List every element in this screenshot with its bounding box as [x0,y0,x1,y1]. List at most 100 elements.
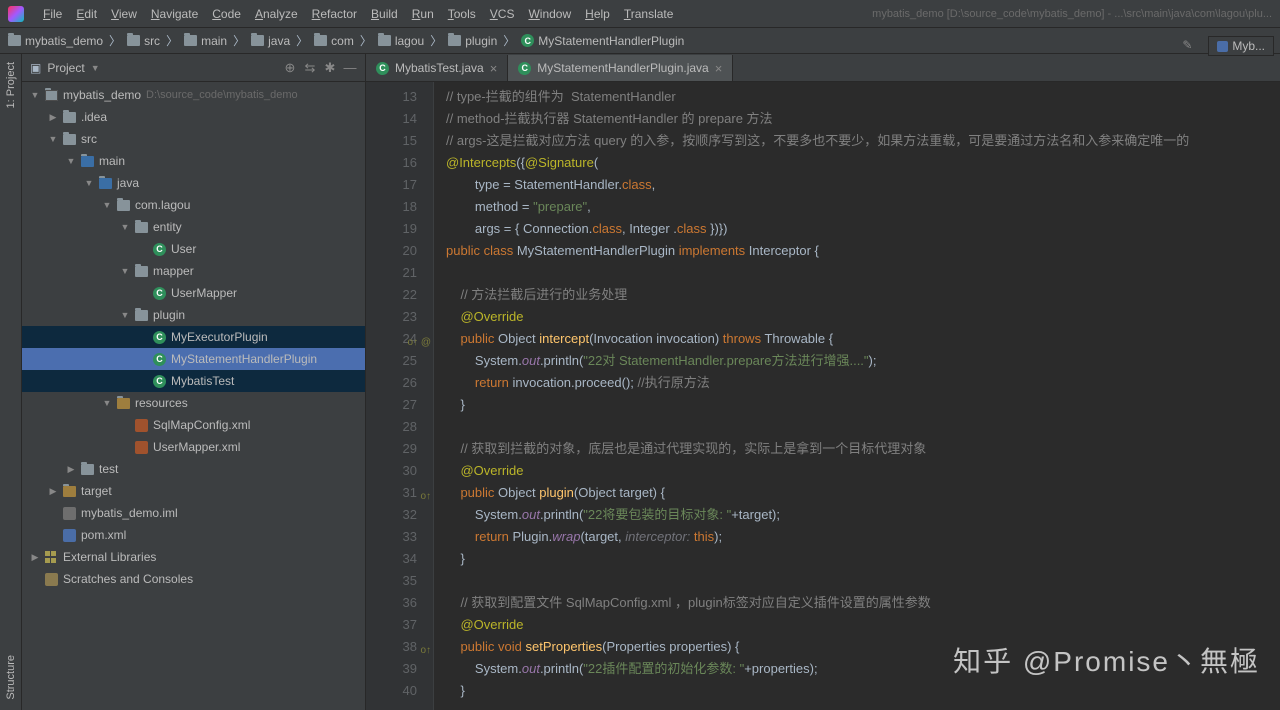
gear-icon[interactable]: ✱ [323,61,337,75]
tree-twisty-icon[interactable]: ▼ [84,178,94,188]
code-line[interactable]: method = "prepare", [446,196,1280,218]
code-line[interactable]: // 获取到配置文件 SqlMapConfig.xml ，plugin标签对应自… [446,592,1280,614]
line-number[interactable]: 18 [366,196,417,218]
menu-window[interactable]: Window [521,3,578,25]
crumb-mystatementhandlerplugin[interactable]: CMyStatementHandlerPlugin [521,34,684,48]
tree-item-myexecutorplugin[interactable]: CMyExecutorPlugin [22,326,365,348]
close-icon[interactable]: × [715,61,723,76]
line-number[interactable]: 38o↑ [366,636,417,658]
tree-item-mapper[interactable]: ▼mapper [22,260,365,282]
menu-help[interactable]: Help [578,3,617,25]
code-line[interactable]: // args-这是拦截对应方法 query 的入参，按顺序写到这，不要多也不要… [446,130,1280,152]
tree-twisty-icon[interactable]: ▼ [102,398,112,408]
code-line[interactable]: // 获取到拦截的对象，底层也是通过代理实现的，实际上是拿到一个目标代理对象 [446,438,1280,460]
code-line[interactable] [446,262,1280,284]
code-line[interactable]: } [446,548,1280,570]
tree-item-mybatis_demo-iml[interactable]: mybatis_demo.iml [22,502,365,524]
tree-twisty-icon[interactable]: ▶ [48,112,58,123]
line-number[interactable]: 25 [366,350,417,372]
line-number[interactable]: 37 [366,614,417,636]
code-area[interactable]: 131415161718192021222324o↑ @252627282930… [366,82,1280,710]
tree-item-scratches-and-consoles[interactable]: Scratches and Consoles [22,568,365,590]
code-content[interactable]: // type-拦截的组件为 StatementHandler// method… [434,82,1280,710]
line-number[interactable]: 23 [366,306,417,328]
crumb-src[interactable]: src [127,34,160,48]
tree-item-mystatementhandlerplugin[interactable]: CMyStatementHandlerPlugin [22,348,365,370]
code-line[interactable]: return Plugin.wrap(target, interceptor: … [446,526,1280,548]
code-line[interactable]: System.out.println("22插件配置的初始化参数: "+prop… [446,658,1280,680]
code-line[interactable]: System.out.println("22对 StatementHandler… [446,350,1280,372]
line-number[interactable]: 40 [366,680,417,702]
tool-tab-structure[interactable]: Structure [5,655,17,700]
tree-twisty-icon[interactable]: ▼ [120,222,130,232]
highlight-icon[interactable]: ✎ [1182,38,1198,54]
menu-file[interactable]: File [36,3,69,25]
code-line[interactable]: public void setProperties(Properties pro… [446,636,1280,658]
menu-run[interactable]: Run [405,3,441,25]
menu-vcs[interactable]: VCS [483,3,522,25]
line-number[interactable]: 26 [366,372,417,394]
code-line[interactable]: public Object intercept(Invocation invoc… [446,328,1280,350]
crumb-plugin[interactable]: plugin [448,34,497,48]
collapse-icon[interactable]: ⇆ [303,61,317,75]
code-line[interactable]: } [446,680,1280,702]
line-number[interactable]: 36 [366,592,417,614]
line-number[interactable]: 33 [366,526,417,548]
tree-twisty-icon[interactable]: ▼ [120,266,130,276]
crumb-main[interactable]: main [184,34,227,48]
line-number[interactable]: 22 [366,284,417,306]
tree-item-com-lagou[interactable]: ▼com.lagou [22,194,365,216]
menu-analyze[interactable]: Analyze [248,3,305,25]
tree-item-sqlmapconfig-xml[interactable]: SqlMapConfig.xml [22,414,365,436]
tree-twisty-icon[interactable]: ▶ [66,464,76,475]
menu-view[interactable]: View [104,3,144,25]
tree-item-user[interactable]: CUser [22,238,365,260]
close-icon[interactable]: × [490,61,498,76]
tree-item-usermapper[interactable]: CUserMapper [22,282,365,304]
line-number[interactable]: 28 [366,416,417,438]
code-line[interactable]: args = { Connection.class, Integer .clas… [446,218,1280,240]
code-line[interactable]: public class MyStatementHandlerPlugin im… [446,240,1280,262]
chevron-down-icon[interactable]: ▼ [91,63,100,73]
line-number[interactable]: 21 [366,262,417,284]
line-number[interactable]: 16 [366,152,417,174]
code-line[interactable]: // type-拦截的组件为 StatementHandler [446,86,1280,108]
tree-twisty-icon[interactable]: ▶ [48,486,58,497]
code-line[interactable]: type = StatementHandler.class, [446,174,1280,196]
tree-item-target[interactable]: ▶target [22,480,365,502]
code-line[interactable] [446,570,1280,592]
line-number[interactable]: 14 [366,108,417,130]
tree-item-mybatistest[interactable]: CMybatisTest [22,370,365,392]
project-tree[interactable]: ▼mybatis_demo D:\source_code\mybatis_dem… [22,82,365,710]
tree-twisty-icon[interactable]: ▼ [102,200,112,210]
code-line[interactable]: return invocation.proceed(); //执行原方法 [446,372,1280,394]
code-line[interactable]: System.out.println("22将要包装的目标对象: "+targe… [446,504,1280,526]
menu-build[interactable]: Build [364,3,405,25]
tool-tab-project[interactable]: 1: Project [5,62,17,108]
line-number[interactable]: 27 [366,394,417,416]
crumb-com[interactable]: com [314,34,354,48]
tree-item-mybatis_demo[interactable]: ▼mybatis_demo D:\source_code\mybatis_dem… [22,84,365,106]
menu-edit[interactable]: Edit [69,3,104,25]
editor-tab-mybatistest-java[interactable]: CMybatisTest.java× [366,55,508,81]
tree-item--idea[interactable]: ▶.idea [22,106,365,128]
sidebar-title[interactable]: Project [47,61,84,75]
tree-item-pom-xml[interactable]: pom.xml [22,524,365,546]
code-line[interactable]: @Override [446,460,1280,482]
line-number[interactable]: 20 [366,240,417,262]
line-number[interactable]: 17 [366,174,417,196]
line-number[interactable]: 39 [366,658,417,680]
hide-icon[interactable]: — [343,61,357,75]
gutter-mark-icon[interactable]: o↑ [420,640,431,662]
crumb-lagou[interactable]: lagou [378,34,424,48]
crumb-mybatis_demo[interactable]: mybatis_demo [8,34,103,48]
line-number[interactable]: 15 [366,130,417,152]
code-line[interactable]: @Override [446,306,1280,328]
locate-icon[interactable]: ⊕ [283,61,297,75]
menu-refactor[interactable]: Refactor [305,3,364,25]
tree-item-entity[interactable]: ▼entity [22,216,365,238]
tree-item-src[interactable]: ▼src [22,128,365,150]
code-line[interactable]: // 方法拦截后进行的业务处理 [446,284,1280,306]
code-line[interactable]: // method-拦截执行器 StatementHandler 的 prepa… [446,108,1280,130]
menu-navigate[interactable]: Navigate [144,3,205,25]
